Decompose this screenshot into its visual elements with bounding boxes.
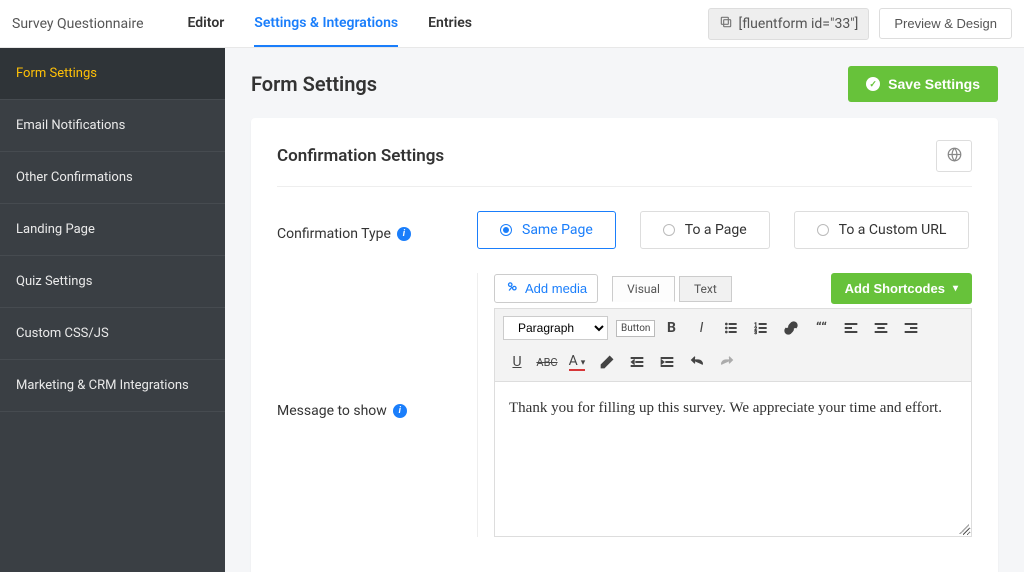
message-to-show-label: Message to show (277, 403, 387, 419)
redo-button[interactable] (713, 349, 741, 375)
align-right-button[interactable] (897, 315, 925, 341)
radio-icon (500, 224, 512, 236)
radio-to-page[interactable]: To a Page (640, 211, 770, 249)
copy-icon (719, 15, 733, 33)
add-media-label: Add media (525, 281, 587, 296)
preview-design-button[interactable]: Preview & Design (879, 8, 1012, 39)
tab-entries[interactable]: Entries (428, 1, 472, 47)
editor-tab-text[interactable]: Text (679, 276, 732, 302)
radio-icon (663, 224, 675, 236)
message-editor[interactable]: Thank you for filling up this survey. We… (494, 382, 972, 537)
radio-to-custom-url[interactable]: To a Custom URL (794, 211, 970, 249)
save-settings-button[interactable]: ✓ Save Settings (848, 66, 998, 102)
media-icon (505, 280, 519, 297)
sidebar-item-form-settings[interactable]: Form Settings (0, 48, 225, 100)
editor-tab-visual[interactable]: Visual (612, 276, 675, 302)
shortcode-box[interactable]: [fluentform id="33"] (708, 8, 870, 40)
sidebar-item-marketing-crm[interactable]: Marketing & CRM Integrations (0, 360, 225, 412)
radio-label-to-page: To a Page (685, 222, 747, 238)
sidebar-item-custom-css-js[interactable]: Custom CSS/JS (0, 308, 225, 360)
italic-button[interactable]: I (687, 315, 715, 341)
format-select[interactable]: Paragraph (503, 316, 608, 340)
add-shortcodes-label: Add Shortcodes (845, 281, 945, 296)
link-button[interactable] (777, 315, 805, 341)
bold-button[interactable]: B (657, 315, 685, 341)
chevron-down-icon: ▾ (953, 283, 958, 294)
confirmation-type-label: Confirmation Type (277, 226, 391, 242)
shortcode-text: [fluentform id="33"] (739, 16, 859, 32)
align-left-button[interactable] (837, 315, 865, 341)
confirmation-heading: Confirmation Settings (277, 146, 444, 166)
message-body-text: Thank you for filling up this survey. We… (509, 400, 942, 416)
globe-icon (947, 147, 962, 165)
add-shortcodes-button[interactable]: Add Shortcodes ▾ (831, 273, 972, 304)
button-label-tag: Button (616, 320, 655, 337)
add-media-button[interactable]: Add media (494, 274, 598, 303)
radio-icon (817, 224, 829, 236)
svg-text:3: 3 (755, 330, 758, 336)
align-center-button[interactable] (867, 315, 895, 341)
clear-format-button[interactable] (593, 349, 621, 375)
sidebar: Form Settings Email Notifications Other … (0, 48, 225, 572)
sidebar-item-email-notifications[interactable]: Email Notifications (0, 100, 225, 152)
radio-same-page[interactable]: Same Page (477, 211, 616, 249)
form-name: Survey Questionnaire (12, 16, 144, 32)
info-icon[interactable]: i (397, 227, 411, 241)
save-button-label: Save Settings (888, 76, 980, 92)
text-color-button[interactable]: A ▾ (563, 349, 591, 375)
globe-button[interactable] (936, 140, 972, 172)
tab-editor[interactable]: Editor (188, 1, 225, 47)
undo-button[interactable] (683, 349, 711, 375)
sidebar-item-quiz-settings[interactable]: Quiz Settings (0, 256, 225, 308)
info-icon[interactable]: i (393, 404, 407, 418)
tab-settings-integrations[interactable]: Settings & Integrations (254, 1, 398, 47)
numbered-list-button[interactable]: 123 (747, 315, 775, 341)
bullet-list-button[interactable] (717, 315, 745, 341)
outdent-button[interactable] (623, 349, 651, 375)
sidebar-item-other-confirmations[interactable]: Other Confirmations (0, 152, 225, 204)
quote-button[interactable]: ““ (807, 315, 835, 341)
radio-label-to-url: To a Custom URL (839, 222, 947, 238)
page-title: Form Settings (251, 72, 377, 96)
underline-button[interactable]: U (503, 349, 531, 375)
radio-label-same-page: Same Page (522, 222, 593, 238)
indent-button[interactable] (653, 349, 681, 375)
resize-handle[interactable] (959, 524, 969, 534)
check-icon: ✓ (866, 77, 880, 91)
sidebar-item-landing-page[interactable]: Landing Page (0, 204, 225, 256)
strikethrough-button[interactable]: ABC (533, 349, 561, 375)
